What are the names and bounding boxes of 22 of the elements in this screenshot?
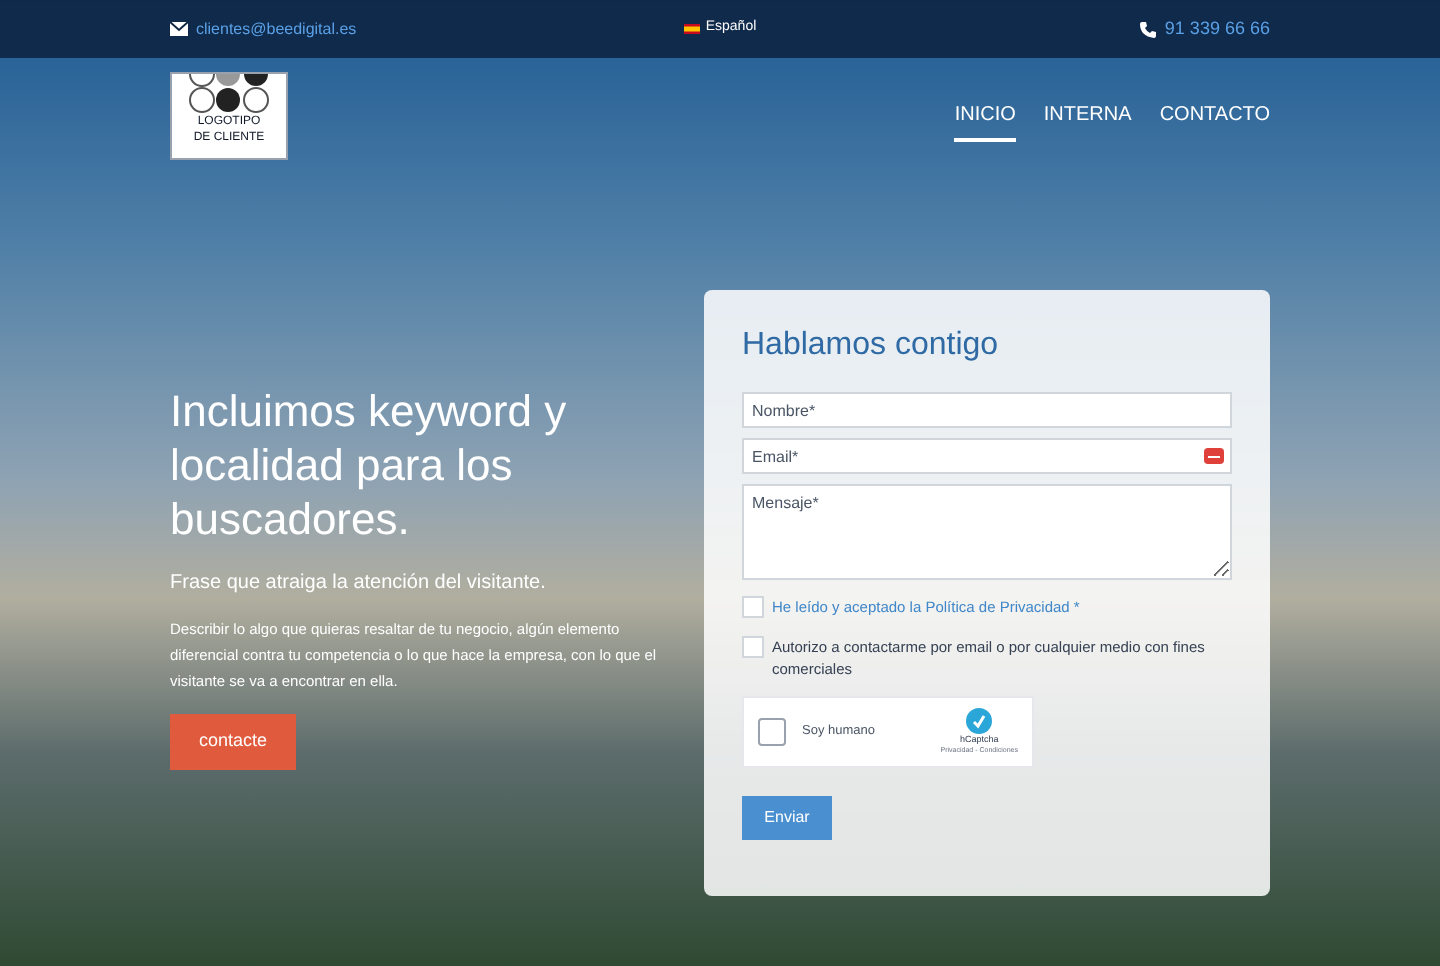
nav-link[interactable]: INTERNA bbox=[1043, 100, 1132, 142]
email-field[interactable]: Email* bbox=[742, 438, 1232, 474]
hcaptcha-logo-icon bbox=[966, 707, 993, 733]
phone-icon bbox=[1140, 21, 1157, 37]
nav-link[interactable]: INICIO bbox=[954, 100, 1016, 142]
checkbox[interactable] bbox=[742, 596, 764, 618]
captcha-checkbox[interactable] bbox=[758, 718, 786, 746]
contact-button[interactable]: contacte bbox=[170, 714, 296, 770]
submit-button[interactable]: Enviar bbox=[742, 796, 832, 840]
message-field[interactable]: Mensaje* bbox=[742, 484, 1232, 580]
mail-icon bbox=[170, 22, 188, 36]
spain-flag-icon bbox=[683, 24, 700, 34]
phone-link[interactable]: 91 339 66 66 bbox=[1164, 15, 1270, 43]
circles-drawing bbox=[184, 74, 274, 114]
form-title: Hablamos contigo bbox=[742, 326, 1001, 366]
name-field[interactable]: Nombre* bbox=[742, 392, 1232, 428]
email-link[interactable]: clientes@beedigital.es bbox=[196, 17, 357, 41]
hero-title: Incluimos keyword y localidad para los buscadores. bbox=[170, 384, 569, 546]
hero-subtitle: Frase que atraiga la atención del visitante. bbox=[170, 570, 548, 598]
nav-link[interactable]: CONTACTO bbox=[1159, 100, 1270, 142]
password-manager-icon[interactable] bbox=[1204, 448, 1224, 464]
checkbox[interactable] bbox=[742, 636, 764, 658]
